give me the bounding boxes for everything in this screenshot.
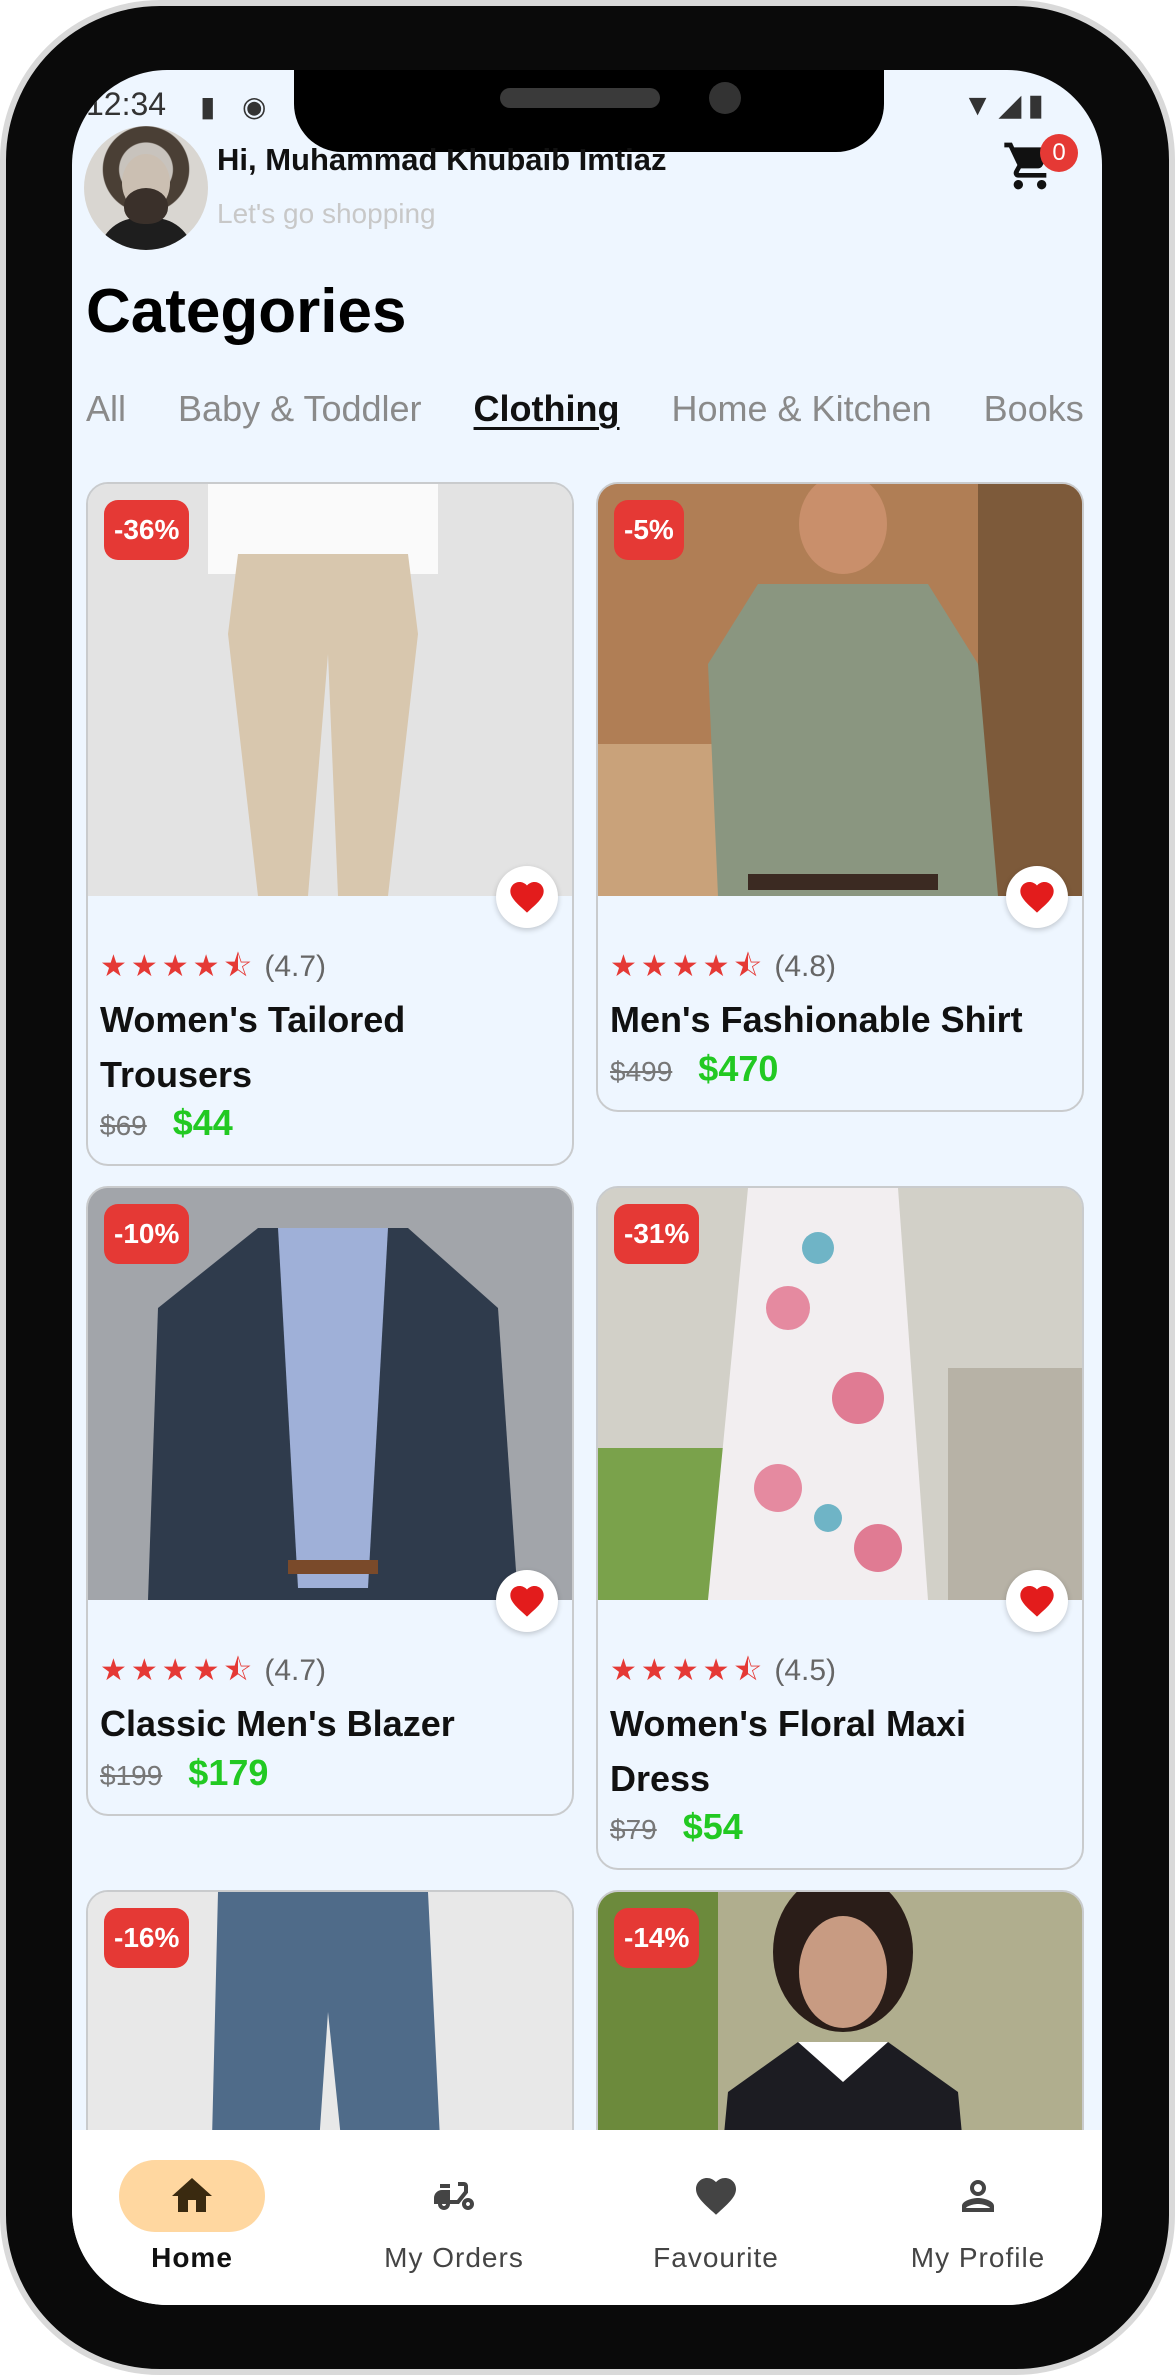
product-card[interactable]: -31% ★★★★⯪ (4.5) Women's Floral Maxi Dre…	[596, 1186, 1084, 1870]
discount-badge: -36%	[104, 500, 190, 560]
favourite-button[interactable]	[1006, 1570, 1068, 1632]
star-rating-icons: ★★★★⯪	[610, 1654, 766, 1687]
product-image: -10%	[88, 1188, 572, 1600]
status-time: 12:34	[86, 86, 167, 122]
cart-count-badge: 0	[1040, 134, 1078, 172]
subtitle: Let's go shopping	[217, 198, 436, 229]
rating: ★★★★⯪ (4.8)	[610, 944, 836, 995]
favourite-button[interactable]	[1006, 866, 1068, 928]
scooter-icon	[434, 2181, 474, 2210]
nav-favourite-pill	[643, 2160, 789, 2232]
discount-badge: -31%	[614, 1204, 700, 1264]
star-rating-icons: ★★★★⯪	[610, 950, 766, 983]
rating-value: (4.7)	[264, 1654, 327, 1687]
front-camera	[709, 82, 741, 114]
discount-badge: -16%	[104, 1908, 190, 1968]
heart-icon	[696, 2177, 736, 2215]
nav-favourite[interactable]: Favourite	[606, 2160, 826, 2274]
cart-button[interactable]: 0	[1002, 134, 1078, 198]
product-image: -36%	[88, 484, 572, 896]
home-icon	[172, 2177, 212, 2212]
tab-baby-toddler[interactable]: Baby & Toddler	[178, 388, 422, 430]
nav-home[interactable]: Home	[82, 2160, 302, 2274]
tab-clothing[interactable]: Clothing	[474, 388, 620, 430]
price: $54	[682, 1806, 743, 1847]
product-name: Women's Tailored Trousers	[100, 999, 406, 1095]
nav-label: My Orders	[384, 2242, 524, 2273]
nav-orders-pill	[381, 2160, 527, 2232]
category-tabs: All Baby & Toddler Clothing Home & Kitch…	[86, 388, 1102, 430]
discount-badge: -10%	[104, 1204, 190, 1264]
old-price: $79	[610, 1814, 657, 1845]
header: Hi, Muhammad Khubaib Imtiaz Let's go sho…	[72, 126, 1102, 256]
rating: ★★★★⯪ (4.5)	[610, 1648, 836, 1699]
nav-my-profile[interactable]: My Profile	[868, 2160, 1088, 2274]
star-rating-icons: ★★★★⯪	[100, 950, 256, 983]
product-image: -31%	[598, 1188, 1082, 1600]
nav-label: Favourite	[653, 2242, 779, 2273]
heart-icon	[1020, 1586, 1054, 1617]
heart-icon	[1020, 882, 1054, 913]
rating-value: (4.7)	[264, 950, 327, 983]
rating-value: (4.8)	[774, 950, 837, 983]
price-row: $499 $470	[610, 1048, 778, 1090]
favourite-button[interactable]	[496, 866, 558, 928]
signal-battery-icons: ▼◢▮	[962, 89, 1050, 122]
person-icon	[962, 2179, 994, 2212]
notification-icon: ◉	[242, 91, 267, 122]
greeting: Hi, Muhammad Khubaib Imtiaz	[217, 142, 667, 177]
avatar[interactable]	[84, 126, 208, 250]
nav-label: My Profile	[910, 2242, 1046, 2273]
bottom-nav: Home My Orders Favourite My Profile	[72, 2130, 1102, 2305]
product-name: Women's Floral Maxi Dress	[610, 1703, 966, 1799]
price-row: $79 $54	[610, 1806, 743, 1848]
phone-frame: 12:34 ▮ ◉ ▼◢▮ Hi, Muhammad Khubaib Imtia…	[0, 0, 1175, 2375]
speaker	[500, 88, 660, 108]
rating: ★★★★⯪ (4.7)	[100, 1648, 326, 1699]
old-price: $499	[610, 1056, 673, 1087]
rating: ★★★★⯪ (4.7)	[100, 944, 326, 995]
nav-home-pill	[119, 2160, 265, 2232]
nav-profile-pill	[905, 2160, 1051, 2232]
price: $470	[698, 1048, 779, 1089]
product-card[interactable]: -5% ★★★★⯪ (4.8) Men's Fashionable Shirt …	[596, 482, 1084, 1112]
discount-badge: -5%	[614, 500, 684, 560]
tab-books[interactable]: Books	[984, 388, 1084, 430]
product-card[interactable]: -10% ★★★★⯪ (4.7) Classic Men's Blazer $1…	[86, 1186, 574, 1816]
price: $179	[188, 1752, 269, 1793]
tab-all[interactable]: All	[86, 388, 126, 430]
nav-label: Home	[151, 2242, 233, 2273]
screen: 12:34 ▮ ◉ ▼◢▮ Hi, Muhammad Khubaib Imtia…	[72, 70, 1102, 2305]
favourite-button[interactable]	[496, 1570, 558, 1632]
nav-my-orders[interactable]: My Orders	[344, 2160, 564, 2274]
old-price: $199	[100, 1760, 163, 1791]
heart-icon	[510, 882, 544, 913]
price: $44	[172, 1102, 233, 1143]
tab-home-kitchen[interactable]: Home & Kitchen	[672, 388, 932, 430]
price-row: $69 $44	[100, 1102, 233, 1144]
page-title: Categories	[86, 277, 407, 346]
heart-icon	[510, 1586, 544, 1617]
product-name: Classic Men's Blazer	[100, 1703, 455, 1744]
product-image: -5%	[598, 484, 1082, 896]
product-name: Men's Fashionable Shirt	[610, 999, 1023, 1040]
sim-icon: ▮	[200, 91, 216, 122]
product-card[interactable]: -36% ★★★★⯪ (4.7) Women's Tailored Trouse…	[86, 482, 574, 1166]
discount-badge: -14%	[614, 1908, 700, 1968]
old-price: $69	[100, 1110, 147, 1141]
rating-value: (4.5)	[774, 1654, 837, 1687]
price-row: $199 $179	[100, 1752, 268, 1794]
star-rating-icons: ★★★★⯪	[100, 1654, 256, 1687]
